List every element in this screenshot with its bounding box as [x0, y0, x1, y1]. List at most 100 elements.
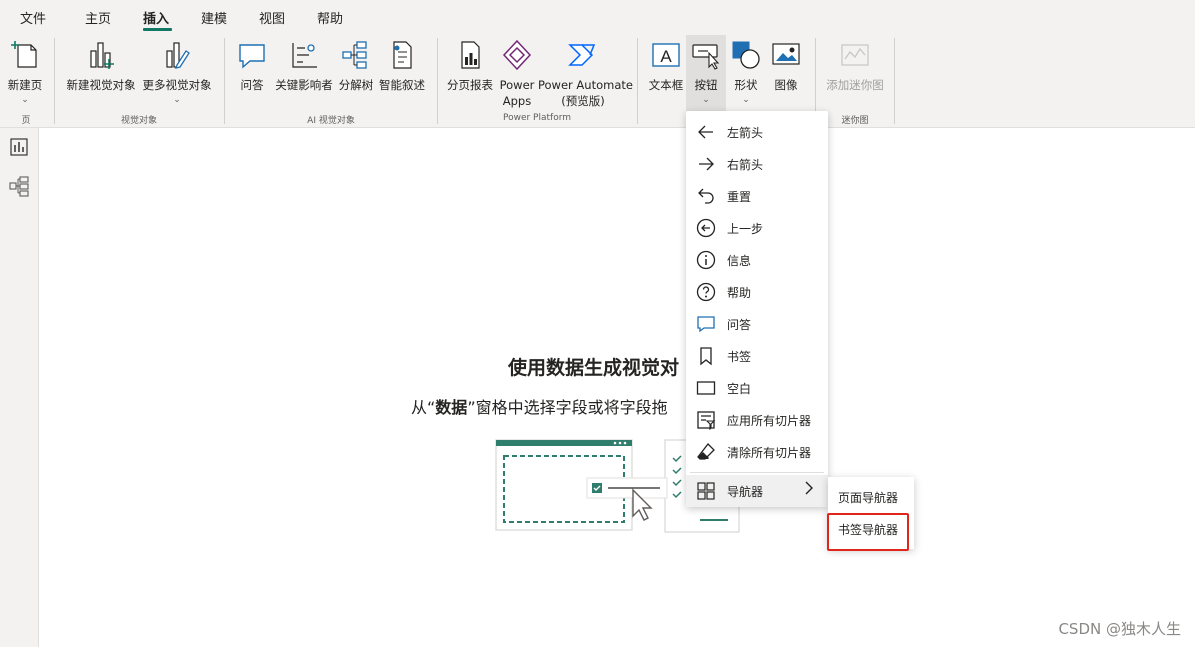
chevron-down-icon: ⌄ [702, 95, 710, 105]
divider [224, 38, 225, 124]
reset-icon [698, 188, 714, 204]
svg-text:A: A [660, 47, 672, 66]
power-apps-label-line1: Power [499, 78, 535, 92]
report-view-icon[interactable] [8, 136, 30, 158]
buttons-label: 按钮 [694, 78, 718, 92]
back-circle-icon [696, 218, 716, 238]
empty-canvas-title: 使用数据生成视觉对 [508, 357, 680, 379]
paginated-report-label: 分页报表 [447, 78, 493, 92]
bookmark-icon [700, 347, 712, 366]
qa-button[interactable]: 问答 [234, 35, 270, 111]
chevron-right-icon [804, 481, 814, 499]
menu-item-apply-all-slicers[interactable]: 应用所有切片器 [686, 404, 828, 436]
new-page-label: 新建页 [7, 78, 43, 92]
menu-file[interactable]: 文件 [20, 8, 46, 27]
power-apps-label-line2: Apps [502, 94, 532, 108]
eraser-icon [697, 443, 715, 460]
more-visuals-icon [166, 42, 190, 69]
paginated-report-icon [461, 41, 480, 69]
group-label-page: 页 [21, 116, 31, 126]
menu-item-clear-all-slicers[interactable]: 清除所有切片器 [686, 436, 828, 468]
chevron-down-icon: ⌄ [173, 95, 181, 105]
sparkline-icon [841, 44, 869, 66]
group-label-sparklines: 迷你图 [841, 116, 869, 126]
add-sparkline-label: 添加迷你图 [826, 78, 884, 92]
menu-item-navigator[interactable]: 导航器 [686, 475, 828, 507]
chevron-down-icon: ⌄ [21, 95, 29, 105]
blank-icon [696, 381, 716, 395]
menu-item-page-navigator[interactable]: 页面导航器 [838, 489, 898, 506]
menu-insert[interactable]: 插入 [143, 8, 169, 27]
menu-item-right-arrow[interactable]: 右箭头 [686, 148, 828, 180]
image-button[interactable]: 图像 [766, 35, 806, 111]
divider [54, 38, 55, 124]
text-box-button[interactable]: A 文本框 [646, 35, 686, 111]
power-apps-button[interactable]: Power Apps [498, 35, 536, 111]
power-automate-label-line2: (预览版) [561, 94, 605, 108]
more-visuals-button[interactable]: 更多视觉对象 ⌄ [140, 35, 214, 111]
menu-item-bookmark[interactable]: 书签 [686, 340, 828, 372]
smart-narrative-button[interactable]: 智能叙述 [376, 35, 428, 111]
key-influencers-button[interactable]: 关键影响者 [272, 35, 336, 111]
active-tab-indicator [143, 28, 172, 31]
divider [637, 38, 638, 124]
divider [437, 38, 438, 124]
add-sparkline-button[interactable]: 添加迷你图 [822, 35, 888, 111]
decomposition-tree-button[interactable]: 分解树 [336, 35, 376, 111]
smart-narrative-label: 智能叙述 [379, 78, 425, 92]
menu-help[interactable]: 帮助 [317, 8, 343, 27]
menu-item-info[interactable]: 信息 [686, 244, 828, 276]
group-label-ai-visuals: AI 视觉对象 [307, 116, 355, 126]
decomposition-tree-icon [342, 41, 367, 69]
image-icon [772, 43, 800, 65]
shapes-icon [732, 41, 760, 69]
info-icon [696, 250, 716, 270]
new-visual-icon [90, 42, 114, 69]
menu-item-qa[interactable]: 问答 [686, 308, 828, 340]
shapes-button[interactable]: 形状 ⌄ [726, 35, 766, 111]
more-visuals-label: 更多视觉对象 [142, 78, 212, 92]
navigator-grid-icon [697, 482, 715, 500]
paginated-report-button[interactable]: 分页报表 [444, 35, 496, 111]
power-apps-icon [502, 39, 532, 71]
menu-item-blank[interactable]: 空白 [686, 372, 828, 404]
new-visual-button[interactable]: 新建视觉对象 [62, 35, 140, 111]
data-pane-keyword: 数据 [435, 398, 468, 417]
qa-bubble-icon [239, 44, 265, 69]
text-box-icon: A [652, 43, 680, 67]
power-automate-icon [568, 44, 596, 66]
view-switcher-rail [0, 128, 39, 647]
ribbon: 新建页 ⌄ 页 新建视觉对象 更多视觉对象 ⌄ 视觉对象 问答 关键影响者 分解… [0, 33, 1195, 128]
report-canvas[interactable] [39, 128, 1195, 647]
qa-label: 问答 [240, 78, 264, 92]
menu-item-left-arrow[interactable]: 左箭头 [686, 116, 828, 148]
menu-view[interactable]: 视图 [259, 8, 285, 27]
key-influencers-icon [292, 43, 317, 68]
new-visual-label: 新建视觉对象 [66, 78, 136, 92]
menu-home[interactable]: 主页 [85, 8, 111, 27]
menu-item-reset[interactable]: 重置 [686, 180, 828, 212]
menu-item-back[interactable]: 上一步 [686, 212, 828, 244]
shapes-label: 形状 [734, 78, 758, 92]
empty-canvas-subtitle: 从“数据”窗格中选择字段或将字段拖 [411, 398, 668, 417]
qa-bubble-icon [697, 316, 715, 333]
right-arrow-icon [699, 157, 714, 171]
menu-item-help[interactable]: 帮助 [686, 276, 828, 308]
image-label: 图像 [774, 78, 798, 92]
button-cursor-icon [692, 44, 720, 70]
power-automate-label-line1: Power Automate [538, 78, 633, 92]
smart-narrative-icon [393, 41, 412, 69]
watermark: CSDN @独木人生 [1058, 620, 1181, 638]
new-page-button[interactable]: 新建页 ⌄ [2, 35, 48, 111]
menu-separator [690, 472, 824, 473]
apply-slicers-icon [697, 411, 716, 430]
text-box-label: 文本框 [648, 78, 684, 92]
new-page-icon [11, 41, 37, 68]
divider [894, 38, 895, 124]
help-icon [696, 282, 716, 302]
model-view-icon[interactable] [8, 175, 30, 197]
menu-modeling[interactable]: 建模 [201, 8, 227, 27]
power-automate-button[interactable]: Power Automate (预览版) [538, 35, 633, 111]
highlight-annotation-box [827, 513, 909, 551]
buttons-button[interactable]: 按钮 ⌄ [686, 35, 726, 113]
